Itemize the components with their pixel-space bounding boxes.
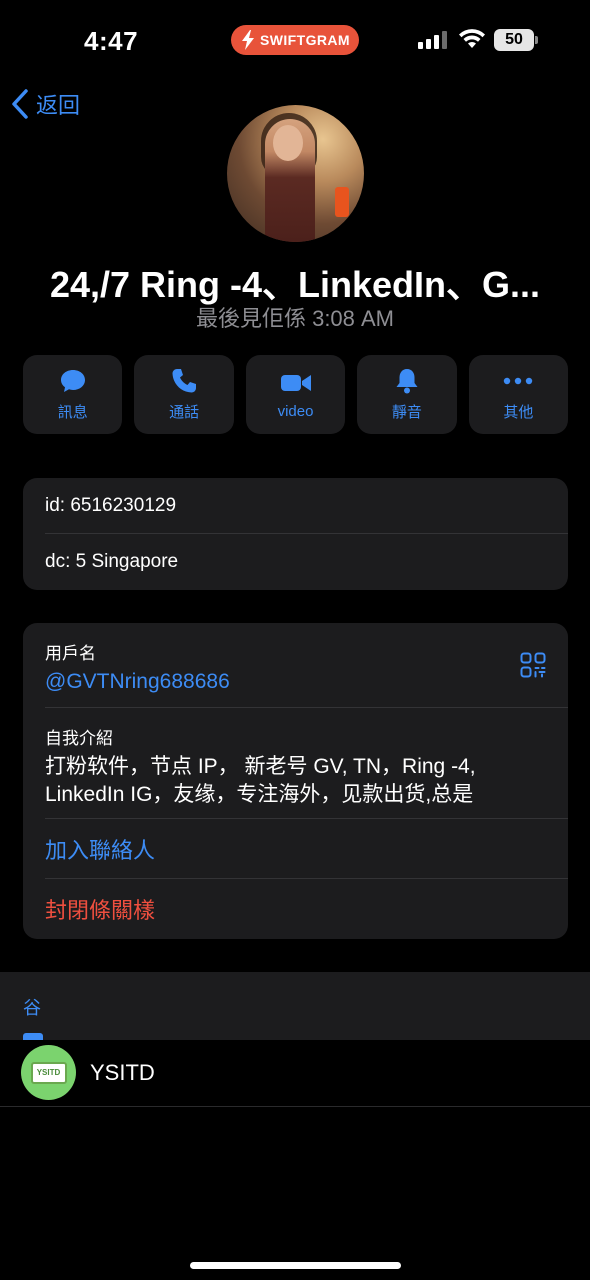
status-bar: 4:47 SWIFTGRAM 50 (0, 0, 590, 80)
cellular-signal-icon (418, 31, 447, 49)
last-seen-status: 最後見佢係 3:08 AM (195, 306, 395, 331)
bio-row[interactable]: 自我介紹 打粉软件，节点 IP， 新老号 GV, TN，Ring -4, Lin… (23, 708, 568, 819)
message-icon (60, 370, 85, 392)
group-name: YSITD (90, 1060, 155, 1085)
bolt-icon (242, 30, 255, 50)
qr-code-icon[interactable] (520, 652, 546, 678)
mute-button[interactable]: 靜音 (357, 355, 457, 434)
more-icon (504, 377, 533, 385)
username-row[interactable]: 用戶名 @GVTNring688686 (23, 623, 568, 708)
user-id-row[interactable]: id: 6516230129 (23, 478, 568, 534)
tab-indicator (23, 1033, 43, 1040)
back-button[interactable]: 返回 (10, 88, 80, 120)
call-label: 通話 (169, 404, 200, 421)
username-value[interactable]: @GVTNring688686 (45, 670, 568, 694)
tab-groups[interactable]: 谷 (23, 994, 41, 1020)
phone-icon (172, 369, 197, 393)
video-icon (280, 375, 311, 391)
bio-label: 自我介紹 (45, 729, 113, 748)
block-user-button[interactable]: 封閉條關樣 (23, 879, 568, 939)
bio-text: 打粉软件，节点 IP， 新老号 GV, TN，Ring -4, LinkedIn… (45, 755, 476, 806)
message-label: 訊息 (57, 404, 88, 421)
mute-label: 靜音 (391, 404, 422, 421)
more-button[interactable]: 其他 (468, 355, 569, 434)
add-contact-button[interactable]: 加入聯絡人 (23, 819, 568, 879)
home-indicator[interactable] (190, 1262, 401, 1269)
call-button[interactable]: 通話 (134, 355, 234, 434)
list-item[interactable]: YSITD YSITD (0, 1040, 590, 1107)
shared-media-tabs: 谷 (0, 972, 590, 1040)
wifi-icon (459, 29, 485, 48)
group-avatar: YSITD (21, 1045, 76, 1100)
bell-icon (396, 369, 418, 394)
message-button[interactable]: 訊息 (23, 355, 123, 434)
battery-icon: 50 (494, 29, 534, 51)
more-label: 其他 (503, 404, 534, 421)
swiftgram-badge[interactable]: SWIFTGRAM (231, 25, 359, 55)
username-label: 用戶名 (45, 644, 96, 663)
datacenter-row[interactable]: dc: 5 Singapore (23, 534, 568, 590)
brand-label: SWIFTGRAM (260, 32, 350, 48)
profile-details-card: 用戶名 @GVTNring688686 自我介紹 打粉软件，节点 IP， 新老号… (23, 623, 568, 939)
profile-avatar[interactable] (227, 105, 364, 242)
action-bar: 訊息 通話 video 靜音 其他 (23, 355, 569, 434)
chevron-left-icon (12, 89, 28, 119)
status-time: 4:47 (84, 26, 139, 56)
video-label: video (277, 403, 314, 420)
group-avatar-text: YSITD (30, 1061, 67, 1084)
video-button[interactable]: video (245, 355, 346, 434)
back-label: 返回 (36, 93, 81, 118)
debug-info-card: id: 6516230129 dc: 5 Singapore (23, 478, 568, 590)
